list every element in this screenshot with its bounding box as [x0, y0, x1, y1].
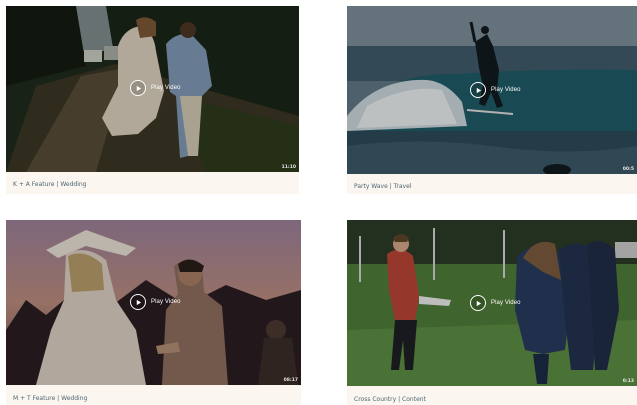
play-video-label: Play Video [491, 87, 521, 93]
video-category-link[interactable]: Content [402, 396, 426, 403]
play-circle-icon [470, 82, 486, 98]
video-card: Play Video 00:5 Party Wave | Travel [347, 6, 637, 194]
video-gallery: Play Video 11:10 K + A Feature | Wedding [0, 0, 637, 405]
video-category-link[interactable]: Travel [394, 183, 412, 190]
play-video-label: Play Video [491, 300, 521, 306]
video-thumbnail[interactable]: Play Video 0:13 [347, 220, 637, 386]
video-card: Play Video 08:17 M + T Feature | Wedding [6, 220, 301, 405]
video-caption: K + A Feature | Wedding [13, 181, 86, 188]
video-title-link[interactable]: M + T Feature [13, 395, 55, 402]
video-caption: M + T Feature | Wedding [13, 395, 87, 402]
video-duration: 0:13 [622, 379, 634, 384]
play-video-label: Play Video [151, 299, 181, 305]
play-video-button[interactable]: Play Video [470, 82, 521, 98]
video-caption: Cross Country | Content [354, 396, 426, 403]
video-thumbnail[interactable]: Play Video 11:10 [6, 6, 299, 172]
video-category-link[interactable]: Wedding [61, 395, 87, 402]
play-video-button[interactable]: Play Video [130, 294, 181, 310]
video-title-link[interactable]: Party Wave [354, 183, 388, 190]
video-duration: 11:10 [281, 165, 296, 170]
video-thumbnail[interactable]: Play Video 00:5 [347, 6, 637, 174]
play-circle-icon [130, 80, 146, 96]
video-duration: 00:5 [622, 167, 634, 172]
play-video-button[interactable]: Play Video [130, 80, 181, 96]
video-caption: Party Wave | Travel [354, 183, 411, 190]
video-duration: 08:17 [283, 378, 298, 383]
play-video-button[interactable]: Play Video [470, 295, 521, 311]
play-circle-icon [130, 294, 146, 310]
video-thumbnail[interactable]: Play Video 08:17 [6, 220, 301, 385]
video-card: Play Video 11:10 K + A Feature | Wedding [6, 6, 299, 194]
video-category-link[interactable]: Wedding [60, 181, 86, 188]
video-title-link[interactable]: Cross Country [354, 396, 396, 403]
play-circle-icon [470, 295, 486, 311]
video-card: Play Video 0:13 Cross Country | Content [347, 220, 637, 405]
video-title-link[interactable]: K + A Feature [13, 181, 54, 188]
play-video-label: Play Video [151, 85, 181, 91]
